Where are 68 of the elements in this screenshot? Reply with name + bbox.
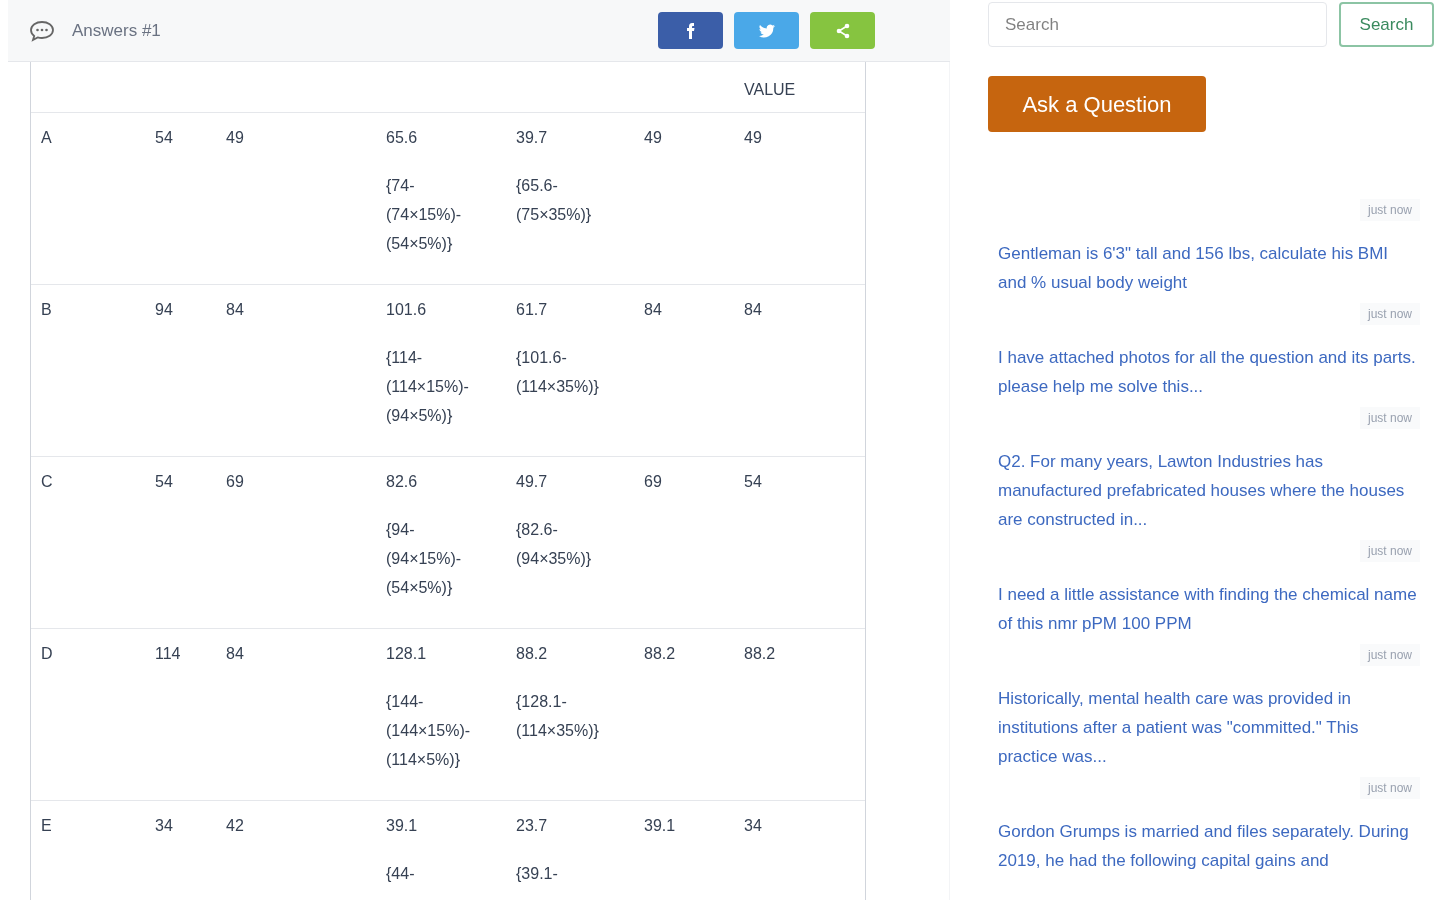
- table-cell-text: 39.7: [516, 128, 548, 148]
- table-cell-text: 42: [226, 816, 244, 836]
- table-cell-text: 88.2: [516, 644, 548, 664]
- table-cell-text: 49.7: [516, 472, 548, 492]
- table-cell-text: 101.6: [386, 300, 427, 320]
- formula-text: {101.6- (114×35%)}: [516, 348, 599, 397]
- timestamp-badge: just now: [1359, 644, 1420, 666]
- table-cell-text: 84: [226, 644, 244, 664]
- table-cell-text: 39.1: [644, 816, 676, 836]
- formula-text: {65.6- (75×35%)}: [516, 176, 592, 225]
- question-link[interactable]: Gordon Grumps is married and files separately. During 2019, he had the following capital gains and: [998, 817, 1420, 875]
- timestamp-badge: just now: [1359, 777, 1420, 799]
- table-cell-text: 54: [744, 472, 762, 492]
- table-cell-text: 84: [744, 300, 762, 320]
- table-cell-text: 114: [155, 644, 181, 664]
- search-field[interactable]: Search: [988, 2, 1327, 47]
- table-cell-text: 88.2: [744, 644, 776, 664]
- table-cell-text: 49: [644, 128, 662, 148]
- table-cell-text: C: [41, 472, 53, 492]
- table-cell-text: 34: [155, 816, 173, 836]
- table-cell-text: 84: [226, 300, 244, 320]
- formula-text: {39.1-: [516, 864, 558, 884]
- formula-text: {94- (94×15%)- (54×5%)}: [386, 520, 462, 598]
- answers-title: Answers #1: [72, 19, 161, 42]
- table-cell-text: 94: [155, 300, 173, 320]
- table-cell-text: 54: [155, 472, 173, 492]
- table-cell-text: 34: [744, 816, 762, 836]
- ask-question-button[interactable]: Ask a Question: [988, 76, 1206, 132]
- question-link[interactable]: I need a little assistance with finding the chemical name of this nmr pPM 100 PPM: [998, 580, 1420, 638]
- timestamp-badge: just now: [1359, 303, 1420, 325]
- formula-text: {82.6- (94×35%)}: [516, 520, 592, 569]
- question-link[interactable]: I have attached photos for all the question and its parts. please help me solve this...: [998, 343, 1420, 401]
- share-share-button[interactable]: [810, 12, 875, 49]
- formula-text: {44-: [386, 864, 415, 884]
- share-icon: [834, 22, 851, 39]
- table-cell-text: 69: [644, 472, 662, 492]
- formula-text: {114- (114×15%)- (94×5%)}: [386, 348, 469, 426]
- table-cell-text: 88.2: [644, 644, 676, 664]
- question-link[interactable]: Gentleman is 6'3" tall and 156 lbs, calculate his BMI and % usual body weight: [998, 239, 1420, 297]
- question-link[interactable]: Q2. For many years, Lawton Industries has manufactured prefabricated houses where the houses are constructed in...: [998, 447, 1420, 534]
- speech-bubble-icon: [28, 18, 56, 43]
- table-cell-text: 82.6: [386, 472, 418, 492]
- column-header: VALUE: [744, 81, 796, 98]
- table-cell-text: 69: [226, 472, 244, 492]
- bird-icon: [758, 22, 775, 39]
- table-cell-text: D: [41, 644, 53, 664]
- table-cell-text: 61.7: [516, 300, 548, 320]
- table-cell-text: B: [41, 300, 52, 320]
- question-link[interactable]: Historically, mental health care was provided in institutions after a patient was "committed." This practice was...: [998, 684, 1420, 771]
- table-cell-text: 49: [226, 128, 244, 148]
- timestamp-badge: just now: [1359, 407, 1420, 429]
- formula-text: {144- (144×15%)- (114×5%)}: [386, 692, 471, 770]
- twitter-share-button[interactable]: [734, 12, 799, 49]
- table-cell-text: 54: [155, 128, 173, 148]
- table-cell-text: A: [41, 128, 52, 148]
- timestamp-badge: just now: [1359, 540, 1420, 562]
- table-cell-text: 128.1: [386, 644, 427, 664]
- table-cell-text: 84: [644, 300, 662, 320]
- table-cell-text: 65.6: [386, 128, 418, 148]
- formula-text: {128.1- (114×35%)}: [516, 692, 599, 741]
- timestamp-badge: just now: [1359, 199, 1420, 221]
- table-cell-text: 39.1: [386, 816, 418, 836]
- table-cell-text: 49: [744, 128, 762, 148]
- table-cell-text: 23.7: [516, 816, 548, 836]
- search-button[interactable]: Search: [1339, 2, 1434, 47]
- table-cell-text: E: [41, 816, 52, 836]
- formula-text: {74- (74×15%)- (54×5%)}: [386, 176, 462, 254]
- facebook-share-button[interactable]: [658, 12, 723, 49]
